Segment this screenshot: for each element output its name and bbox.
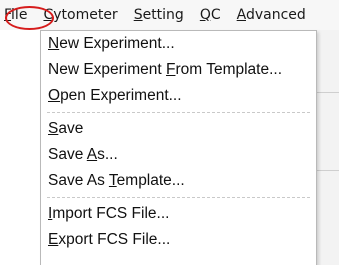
menu-item-open-experiment[interactable]: Open Experiment... [41, 83, 316, 109]
menu-bar: File Cytometer Setting QC Advanced [0, 0, 339, 30]
menu-item-mnemonic: E [48, 231, 59, 248]
menu-item-text: ew Experiment... [59, 35, 175, 52]
menu-item-mnemonic: A [86, 146, 98, 163]
background-divider [317, 170, 339, 171]
menu-file-label: ile [11, 7, 28, 23]
background-window-edge [316, 30, 339, 265]
menu-setting-label: etting [142, 7, 184, 23]
menu-qc-label: C [210, 7, 221, 23]
menu-qc[interactable]: QC [192, 0, 229, 30]
app-window: File Cytometer Setting QC Advanced New E… [0, 0, 339, 265]
menu-advanced-label: dvanced [245, 7, 306, 23]
menu-item-text: rom Template... [175, 61, 283, 78]
menu-item-save-as[interactable]: Save As... [41, 142, 316, 168]
menu-item-mnemonic: T [108, 172, 117, 189]
menu-file-mnemonic: F [4, 7, 12, 23]
menu-item-import-fcs-file[interactable]: Import FCS File... [41, 201, 316, 227]
menu-item-text: Save [48, 146, 87, 163]
menu-item-save[interactable]: Save [41, 116, 316, 142]
menu-item-text: mport FCS File... [52, 205, 170, 222]
menu-item-text: Save As [48, 172, 109, 189]
menu-item-text: New Experiment [48, 61, 167, 78]
menu-item-text: emplate... [116, 172, 185, 189]
menu-item-text: pen Experiment... [60, 87, 182, 104]
menu-item-mnemonic: O [48, 87, 61, 104]
menu-item-export-fcs-file[interactable]: Export FCS File... [41, 227, 316, 253]
menu-advanced[interactable]: Advanced [229, 0, 314, 30]
background-divider [317, 92, 339, 93]
menu-cytometer-mnemonic: C [43, 7, 54, 23]
menu-cytometer-label: ytometer [53, 7, 118, 23]
menu-separator [47, 197, 310, 198]
menu-advanced-mnemonic: A [236, 7, 246, 23]
menu-qc-mnemonic: Q [199, 7, 211, 23]
menu-item-mnemonic: N [48, 35, 60, 52]
menu-file[interactable]: File [0, 0, 35, 30]
menu-setting-mnemonic: S [133, 7, 143, 23]
menu-item-new-experiment[interactable]: New Experiment... [41, 31, 316, 57]
menu-separator [47, 112, 310, 113]
menu-item-text: xport FCS File... [58, 231, 171, 248]
menu-cytometer[interactable]: Cytometer [35, 0, 125, 30]
menu-item-text: s... [97, 146, 118, 163]
menu-item-save-as-template[interactable]: Save As Template... [41, 168, 316, 194]
menu-item-text: ave [58, 120, 84, 137]
menu-item-mnemonic: S [48, 120, 59, 137]
menu-item-new-experiment-from-template[interactable]: New Experiment From Template... [41, 57, 316, 83]
file-menu-dropdown: New Experiment... New Experiment From Te… [40, 30, 317, 265]
menu-setting[interactable]: Setting [126, 0, 192, 30]
